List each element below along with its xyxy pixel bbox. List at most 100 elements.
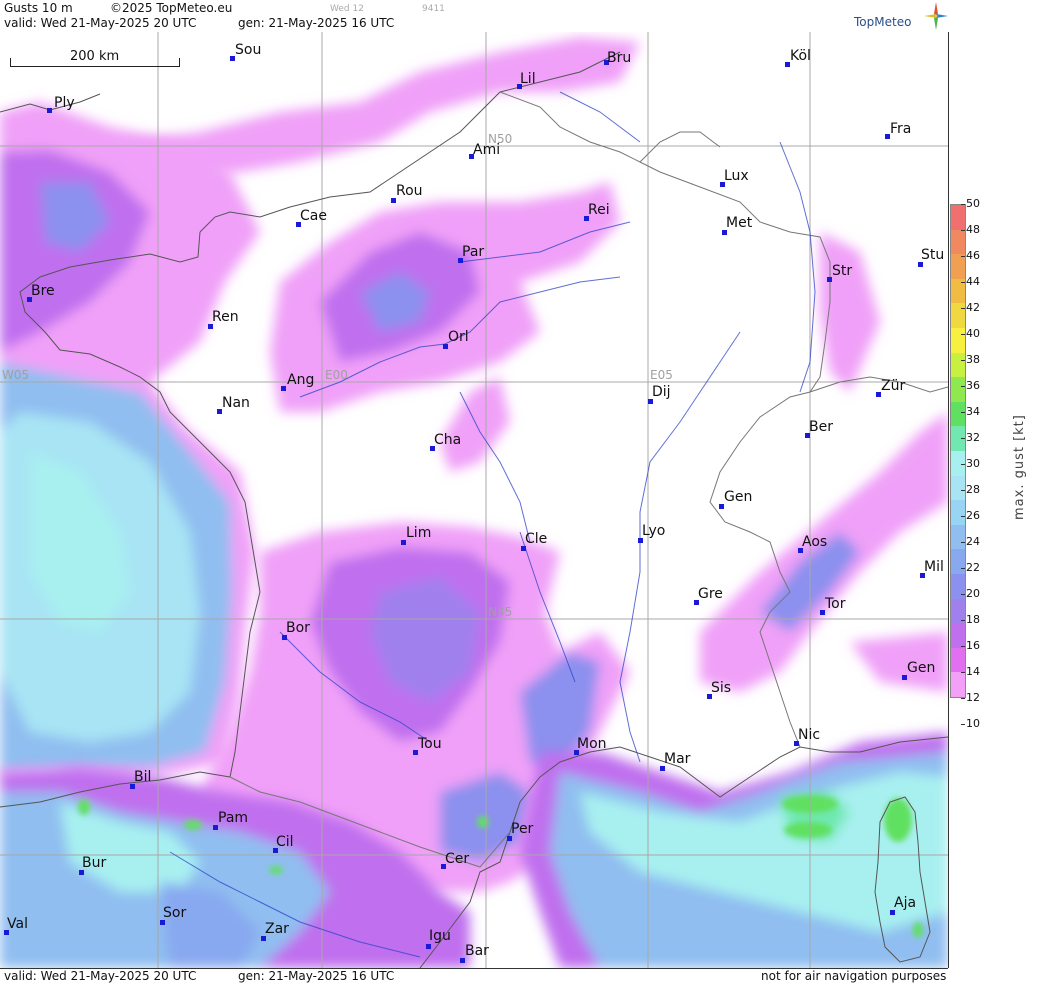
city-label[interactable]: Str <box>832 263 852 279</box>
brand-logo-text: TopMeteo <box>854 15 912 29</box>
valid-time: valid: Wed 21-May-2025 20 UTC <box>4 16 197 30</box>
legend-tick-label: 26 <box>961 509 980 522</box>
city-label[interactable]: Cha <box>434 432 461 448</box>
legend-tick-label: 28 <box>961 483 980 496</box>
grid-label-n45: N45 <box>488 605 513 619</box>
legend-tick-label: 12 <box>961 691 980 704</box>
legend-tick-label: 46 <box>961 249 980 262</box>
city-label[interactable]: Bil <box>134 769 151 785</box>
legend-tick-label: 30 <box>961 457 980 470</box>
legend-tick-label: 22 <box>961 561 980 574</box>
city-label[interactable]: Stu <box>921 247 944 263</box>
city-label[interactable]: Bar <box>465 943 489 959</box>
run-label: Wed 12 <box>330 4 364 14</box>
legend-swatch <box>951 401 965 427</box>
city-label[interactable]: Sou <box>235 42 261 58</box>
city-label[interactable]: Mar <box>664 751 690 767</box>
city-label[interactable]: Per <box>511 821 533 837</box>
city-label[interactable]: Bre <box>31 283 55 299</box>
legend-tick-label: 34 <box>961 405 980 418</box>
legend-tick-label: 18 <box>961 613 980 626</box>
city-label[interactable]: Lyo <box>642 523 665 539</box>
city-label[interactable]: Mon <box>577 736 607 752</box>
legend-tick-label: 40 <box>961 327 980 340</box>
header: Gusts 10 m ©2025 TopMeteo.eu Wed 12 9411… <box>0 0 948 32</box>
city-label[interactable]: Fra <box>890 121 911 137</box>
legend-tick-label: 48 <box>961 223 980 236</box>
copyright: ©2025 TopMeteo.eu <box>110 1 233 15</box>
city-label[interactable]: Ajа <box>894 895 916 911</box>
city-label[interactable]: Par <box>462 244 484 260</box>
scale-bar: 200 km <box>10 49 180 70</box>
city-label[interactable]: Dij <box>652 384 671 400</box>
city-label[interactable]: Nic <box>798 727 820 743</box>
legend-tick-label: 36 <box>961 379 980 392</box>
city-label[interactable]: Lil <box>520 71 536 87</box>
city-label[interactable]: Bor <box>286 620 310 636</box>
city-label[interactable]: Ber <box>809 419 833 435</box>
legend-tick-label: 44 <box>961 275 980 288</box>
legend-swatch <box>951 229 965 255</box>
legend-tick-label: 42 <box>961 301 980 314</box>
city-label[interactable]: Val <box>7 916 28 932</box>
grid-label-w05: W05 <box>2 368 30 382</box>
legend-tick-label: 32 <box>961 431 980 444</box>
city-label[interactable]: Cer <box>445 851 469 867</box>
legend-swatch <box>951 672 965 697</box>
city-label[interactable]: Aos <box>802 534 827 550</box>
legend-tick-label: 16 <box>961 639 980 652</box>
legend-swatch <box>951 623 965 648</box>
legend-tick-label: 24 <box>961 535 980 548</box>
city-label[interactable]: Ami <box>473 142 500 158</box>
legend-swatch <box>951 352 965 378</box>
city-label[interactable]: Bur <box>82 855 106 871</box>
city-label[interactable]: Rou <box>396 183 423 199</box>
city-label[interactable]: Ren <box>212 309 239 325</box>
legend-tick-label: 14 <box>961 665 980 678</box>
city-label[interactable]: Cil <box>276 834 294 850</box>
city-label[interactable]: Igu <box>429 928 451 944</box>
city-label[interactable]: Nan <box>222 395 250 411</box>
city-label[interactable]: Bru <box>607 50 631 66</box>
city-label[interactable]: Mil <box>924 559 944 575</box>
legend-swatch <box>951 327 965 353</box>
gen-time: gen: 21-May-2025 16 UTC <box>238 16 395 30</box>
gust-map[interactable]: 200 km N50 W05 E00 E05 N45 Sou Bru Köl L… <box>0 32 949 968</box>
map-canvas <box>0 32 948 968</box>
footer-note: not for air navigation purposes <box>761 969 947 983</box>
legend-swatch <box>951 377 965 402</box>
city-label[interactable]: Sis <box>711 680 731 696</box>
grid-label-e05: E05 <box>650 368 673 382</box>
city-label[interactable]: Rei <box>588 202 610 218</box>
city-label[interactable]: Ang <box>287 372 314 388</box>
city-label[interactable]: Gre <box>698 586 723 602</box>
compass-rose-icon <box>924 2 948 30</box>
city-label[interactable]: Zür <box>881 378 905 394</box>
footer: valid: Wed 21-May-2025 20 UTC gen: 21-Ma… <box>0 968 948 984</box>
legend-title: max. gust [kt] <box>1012 414 1027 520</box>
city-label[interactable]: Tor <box>825 596 846 612</box>
product-title: Gusts 10 m <box>4 1 73 15</box>
legend-tick-label: 38 <box>961 353 980 366</box>
city-label[interactable]: Cle <box>525 531 547 547</box>
grid-label-e00: E00 <box>325 368 348 382</box>
city-label[interactable]: Pam <box>218 810 248 826</box>
city-label[interactable]: Met <box>726 215 752 231</box>
footer-gen: gen: 21-May-2025 16 UTC <box>238 969 395 983</box>
city-label[interactable]: Sor <box>163 905 186 921</box>
footer-valid: valid: Wed 21-May-2025 20 UTC <box>4 969 197 983</box>
legend-swatch <box>951 205 965 230</box>
city-label[interactable]: Tou <box>418 736 442 752</box>
color-legend <box>950 204 966 698</box>
city-label[interactable]: Zar <box>265 921 289 937</box>
city-label[interactable]: Gen <box>724 489 752 505</box>
city-label[interactable]: Köl <box>790 48 811 64</box>
city-label[interactable]: Cae <box>300 208 327 224</box>
scale-bar-label: 200 km <box>70 49 120 64</box>
city-label[interactable]: Gen <box>907 660 935 676</box>
city-label[interactable]: Lim <box>406 525 431 541</box>
city-label[interactable]: Orl <box>448 329 469 345</box>
city-label[interactable]: Lux <box>724 168 749 184</box>
legend-swatch <box>951 549 965 574</box>
city-label[interactable]: Ply <box>54 95 75 111</box>
